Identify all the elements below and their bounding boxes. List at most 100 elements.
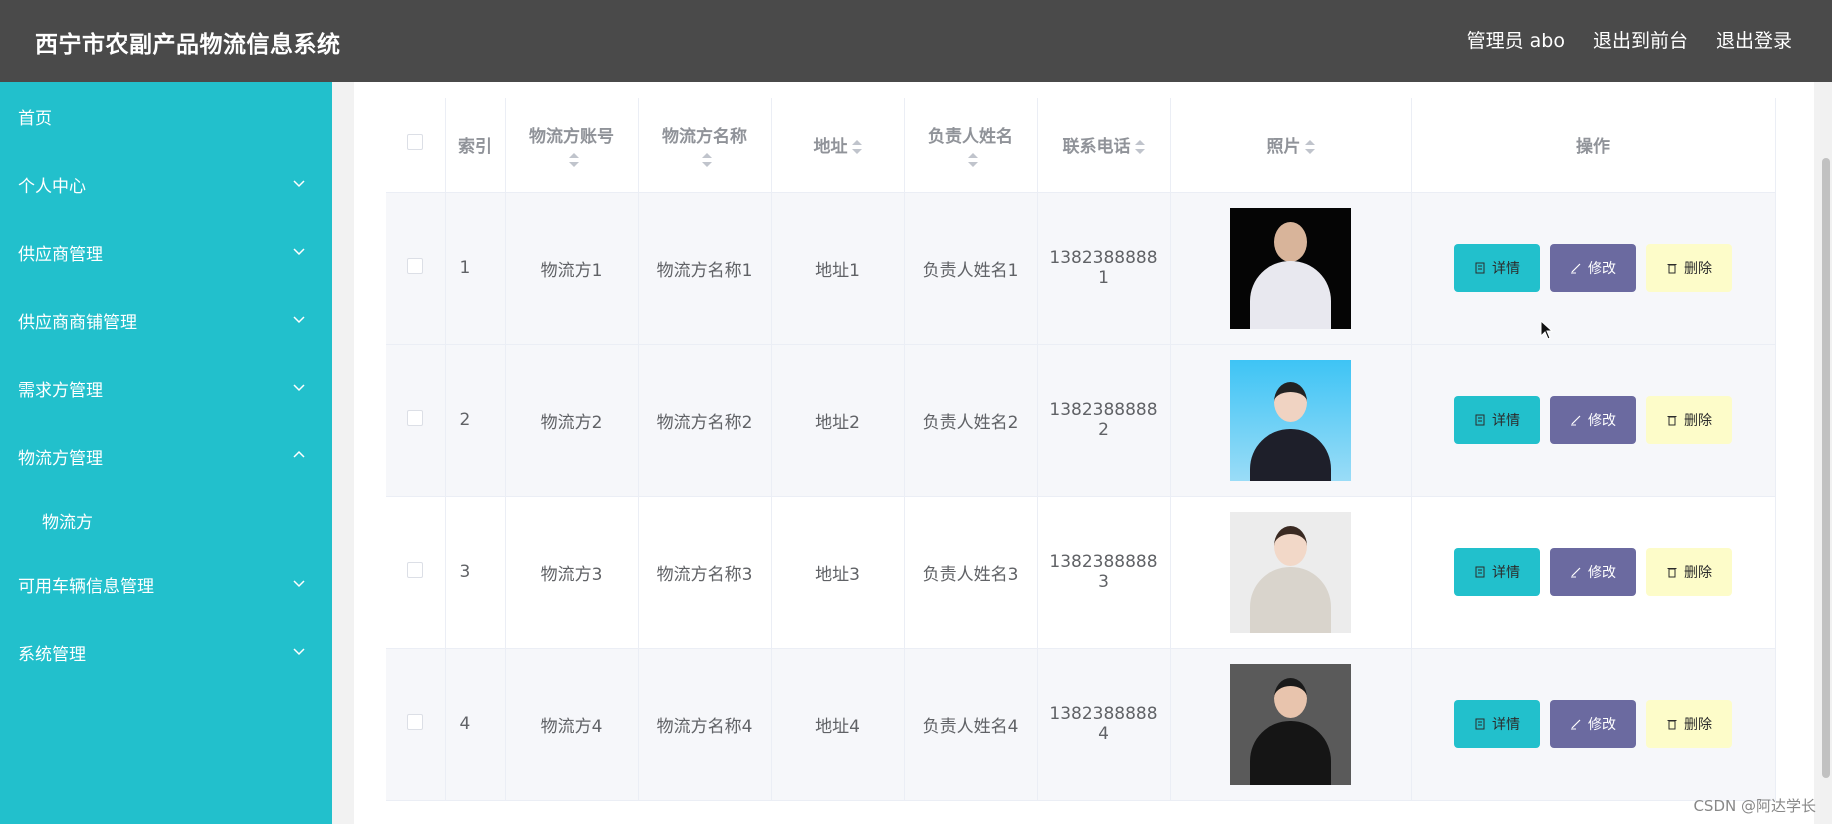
exit-to-front-link[interactable]: 退出到前台 [1593,26,1688,53]
sidebar-item-label: 物流方管理 [18,448,103,469]
sort-icon[interactable] [1304,140,1315,155]
header-nav: 管理员 abo 退出到前台 退出登录 [1467,26,1792,53]
delete-button[interactable]: 删除 [1646,396,1732,444]
row-index: 4 [445,648,506,801]
row-checkbox[interactable] [407,257,424,274]
row-checkbox[interactable] [407,561,424,578]
chevron-down-icon [293,648,305,656]
detail-button[interactable]: 详情 [1454,700,1540,748]
detail-button[interactable]: 详情 [1454,244,1540,292]
row-actions: 详情 修改 删除 [1411,648,1776,801]
edit-button-label: 修改 [1588,261,1616,277]
sort-icon[interactable] [1134,140,1145,155]
logout-link[interactable]: 退出登录 [1716,26,1792,53]
delete-button[interactable]: 删除 [1646,244,1732,292]
chevron-down-icon [293,316,305,324]
header-address[interactable]: 地址 [771,98,905,193]
delete-button[interactable]: 删除 [1646,548,1732,596]
detail-button[interactable]: 详情 [1454,396,1540,444]
row-contact: 负责人姓名4 [904,648,1038,801]
header-photo[interactable]: 照片 [1170,98,1412,193]
trash-icon [1667,568,1677,578]
sidebar-subitem-logistics[interactable]: 物流方 [0,490,332,550]
sidebar-item-label: 供应商管理 [18,244,103,265]
table-row: 1 物流方1 物流方名称1 地址1 负责人姓名1 1382388888 1 详情 … [386,192,1776,345]
delete-button[interactable]: 删除 [1646,700,1732,748]
table-row: 2 物流方2 物流方名称2 地址2 负责人姓名2 1382388888 2 详情 … [386,344,1776,497]
sort-icon[interactable] [851,140,862,155]
sidebar-item-home[interactable]: 首页 [0,82,332,150]
chevron-down-icon [293,580,305,588]
top-header: 西宁市农副产品物流信息系统 管理员 abo 退出到前台 退出登录 [0,0,1832,82]
row-select-cell[interactable] [386,192,446,345]
avatar [1230,207,1351,329]
sort-icon[interactable] [967,153,978,168]
document-icon [1475,414,1485,426]
header-photo-label: 照片 [1266,137,1301,158]
watermark: CSDN @阿达学长 [1693,797,1816,815]
table-row: 4 物流方4 物流方名称4 地址4 负责人姓名4 1382388888 4 详情 … [386,648,1776,801]
row-name: 物流方名称1 [638,192,772,345]
row-select-cell[interactable] [386,496,446,649]
sidebar-item-vehicle-mgmt[interactable]: 可用车辆信息管理 [0,550,332,618]
header-account-label: 物流方账号 [529,127,614,148]
row-actions: 详情 修改 删除 [1411,496,1776,649]
sidebar-item-supplier-shop-mgmt[interactable]: 供应商商铺管理 [0,286,332,354]
header-select-all[interactable] [386,98,446,193]
row-account: 物流方2 [505,344,639,497]
sidebar-item-personal-center[interactable]: 个人中心 [0,150,332,218]
row-photo [1170,648,1412,801]
row-checkbox[interactable] [407,713,424,730]
edit-button-label: 修改 [1588,717,1616,733]
header-actions: 操作 [1411,98,1776,193]
vertical-scrollbar[interactable] [1820,82,1832,824]
sidebar-item-demander-mgmt[interactable]: 需求方管理 [0,354,332,422]
edit-button[interactable]: 修改 [1550,700,1636,748]
sidebar-item-supplier-mgmt[interactable]: 供应商管理 [0,218,332,286]
row-actions: 详情 修改 删除 [1411,344,1776,497]
chevron-down-icon [293,384,305,392]
chevron-up-icon [293,450,305,458]
sidebar: 首页 个人中心 供应商管理 供应商商铺管理 需求方管理 物流方管理 物流方 可用… [0,82,332,824]
header-contact[interactable]: 负责人姓名 [904,98,1038,193]
header-phone[interactable]: 联系电话 [1037,98,1171,193]
sidebar-item-label: 系统管理 [18,644,86,665]
chevron-down-icon [293,180,305,188]
sidebar-item-label: 个人中心 [18,176,86,197]
row-select-cell[interactable] [386,648,446,801]
sidebar-item-logistics-mgmt[interactable]: 物流方管理 [0,422,332,490]
phone-part-b: 3 [1098,572,1109,592]
edit-button-label: 修改 [1588,565,1616,581]
detail-button[interactable]: 详情 [1454,548,1540,596]
phone-part-b: 1 [1098,268,1109,288]
sort-icon[interactable] [568,153,579,168]
phone-part-a: 1382388888 [1049,400,1158,420]
row-photo [1170,496,1412,649]
sort-icon[interactable] [701,153,712,168]
row-checkbox[interactable] [407,409,424,426]
edit-button[interactable]: 修改 [1550,244,1636,292]
chevron-down-icon [293,248,305,256]
row-select-cell[interactable] [386,344,446,497]
trash-icon [1667,720,1677,730]
avatar [1230,511,1351,633]
row-address: 地址3 [771,496,905,649]
header-account[interactable]: 物流方账号 [505,98,639,193]
scrollbar-thumb[interactable] [1822,158,1830,778]
document-icon [1475,718,1485,730]
admin-user-link[interactable]: 管理员 abo [1467,26,1565,53]
sidebar-item-system-mgmt[interactable]: 系统管理 [0,618,332,686]
select-all-checkbox[interactable] [407,134,424,151]
edit-button[interactable]: 修改 [1550,548,1636,596]
header-name[interactable]: 物流方名称 [638,98,772,193]
edit-button-label: 修改 [1588,413,1616,429]
row-phone: 1382388888 1 [1037,192,1171,345]
row-account: 物流方3 [505,496,639,649]
edit-button[interactable]: 修改 [1550,396,1636,444]
phone-part-b: 2 [1098,420,1109,440]
header-contact-label: 负责人姓名 [928,127,1013,148]
row-address: 地址1 [771,192,905,345]
phone-part-a: 1382388888 [1049,704,1158,724]
header-address-label: 地址 [813,137,848,158]
delete-button-label: 删除 [1684,717,1712,733]
